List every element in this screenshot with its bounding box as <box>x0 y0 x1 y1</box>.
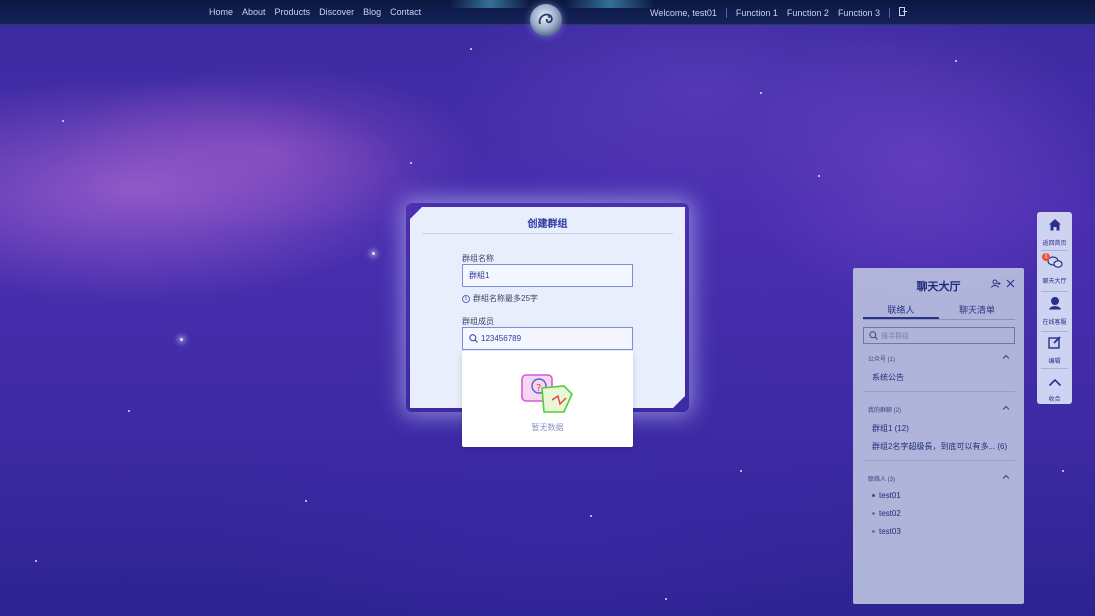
contacts-section-header[interactable]: 联络人 (3) <box>868 474 1010 483</box>
list-item[interactable]: 系统公告 <box>872 372 904 383</box>
nav-products-link[interactable]: Products <box>275 7 311 17</box>
logout-icon[interactable] <box>898 7 907 18</box>
edit-label: 编辑 <box>1048 359 1061 365</box>
contact-item[interactable]: test02 <box>872 509 901 518</box>
divider <box>725 7 727 18</box>
contact-name: test01 <box>879 491 901 500</box>
info-icon: i <box>462 295 470 303</box>
function-3-link[interactable]: Function 3 <box>838 8 880 18</box>
chevron-up-icon[interactable] <box>1002 474 1010 483</box>
collapse-label: 收合 <box>1048 397 1061 403</box>
chat-tabs: 联络人 聊天清单 <box>863 303 1015 320</box>
search-icon <box>869 331 878 340</box>
collapse-button[interactable]: 收合 <box>1037 374 1072 403</box>
list-item[interactable]: 群组2名字超级長，到底可以有多... (6) <box>872 441 1007 452</box>
section-divider <box>863 391 1015 392</box>
online-status-dot <box>872 494 875 497</box>
list-item[interactable]: 群组1 (12) <box>872 423 909 434</box>
contact-item[interactable]: test01 <box>872 491 901 500</box>
nav-discover-link[interactable]: Discover <box>319 7 354 17</box>
menu-divider <box>1041 331 1068 332</box>
contacts-section-title: 联络人 (3) <box>868 477 896 483</box>
nav-home-link[interactable]: Home <box>209 7 233 17</box>
online-service-label: 在线客服 <box>1042 320 1067 326</box>
dialog-title: 创建群组 <box>527 219 568 230</box>
divider <box>888 7 890 18</box>
empty-data-illustration-icon: ? <box>520 372 576 421</box>
chat-hall-button[interactable]: 1 聊天大厅 <box>1037 253 1072 285</box>
back-home-label: 返回首页 <box>1042 241 1067 247</box>
online-service-button[interactable]: 在线客服 <box>1037 296 1072 326</box>
customer-service-icon <box>1037 296 1072 315</box>
tab-chat-list[interactable]: 聊天清单 <box>939 303 1015 319</box>
welcome-text: Welcome, test01 <box>650 7 717 18</box>
chat-hall-panel: 聊天大厅 联络人 聊天清单 搜寻群组 公众号 (1) 系统公告 我的群聊 (2)… <box>853 268 1024 604</box>
floating-side-menu: 返回首页 1 聊天大厅 在线客服 编辑 收合 <box>1037 212 1072 404</box>
groups-section-header[interactable]: 我的群聊 (2) <box>868 405 1010 414</box>
unread-badge: 1 <box>1042 253 1050 261</box>
logo-wing-left <box>450 0 530 8</box>
group-search-input[interactable]: 搜寻群组 <box>863 327 1015 344</box>
svg-text:?: ? <box>536 383 541 394</box>
official-section-title: 公众号 (1) <box>868 357 896 363</box>
edit-button[interactable]: 编辑 <box>1037 336 1072 365</box>
nav-blog-link[interactable]: Blog <box>363 7 381 17</box>
close-icon[interactable] <box>1006 279 1015 288</box>
menu-divider <box>1041 291 1068 292</box>
main-nav: Home About Products Discover Blog Contac… <box>209 7 421 17</box>
group-name-label: 群组名称 <box>462 254 494 263</box>
empty-data-text: 暂无数据 <box>531 423 564 432</box>
chevron-up-icon[interactable] <box>1002 405 1010 414</box>
home-icon <box>1037 218 1072 236</box>
menu-divider <box>1041 368 1068 369</box>
dialog-divider <box>422 233 673 234</box>
user-area: Welcome, test01 Function 1 Function 2 Fu… <box>650 7 907 18</box>
function-2-link[interactable]: Function 2 <box>787 8 829 18</box>
members-dropdown: ? 暂无数据 <box>462 351 633 447</box>
back-home-button[interactable]: 返回首页 <box>1037 218 1072 247</box>
group-name-hint-text: 群組名称最多25字 <box>473 294 538 303</box>
contact-name: test03 <box>879 527 901 536</box>
offline-status-dot <box>872 530 875 533</box>
nav-contact-link[interactable]: Contact <box>390 7 421 17</box>
chevron-up-icon <box>1037 374 1072 392</box>
nav-about-link[interactable]: About <box>242 7 266 17</box>
group-name-input[interactable]: 群組1 <box>462 264 633 287</box>
logo-wing-right <box>565 0 655 8</box>
members-label: 群组成员 <box>462 317 494 326</box>
menu-divider <box>1041 250 1068 251</box>
official-section-header[interactable]: 公众号 (1) <box>868 354 1010 363</box>
tab-contacts[interactable]: 联络人 <box>863 303 939 319</box>
members-search-value: 123456789 <box>481 334 522 343</box>
function-1-link[interactable]: Function 1 <box>736 8 778 18</box>
members-search-input[interactable]: 123456789 <box>462 327 633 350</box>
add-group-icon[interactable] <box>991 279 1001 288</box>
section-divider <box>863 460 1015 461</box>
dragon-logo[interactable] <box>530 4 562 36</box>
group-search-placeholder: 搜寻群组 <box>881 332 909 340</box>
chat-hall-label: 聊天大厅 <box>1042 279 1067 285</box>
contact-item[interactable]: test03 <box>872 527 901 536</box>
edit-icon <box>1037 336 1072 354</box>
group-name-hint: i 群組名称最多25字 <box>462 293 538 304</box>
chevron-up-icon[interactable] <box>1002 354 1010 363</box>
contact-name: test02 <box>879 509 901 518</box>
search-icon <box>469 334 478 343</box>
groups-section-title: 我的群聊 (2) <box>868 408 902 414</box>
offline-status-dot <box>872 512 875 515</box>
